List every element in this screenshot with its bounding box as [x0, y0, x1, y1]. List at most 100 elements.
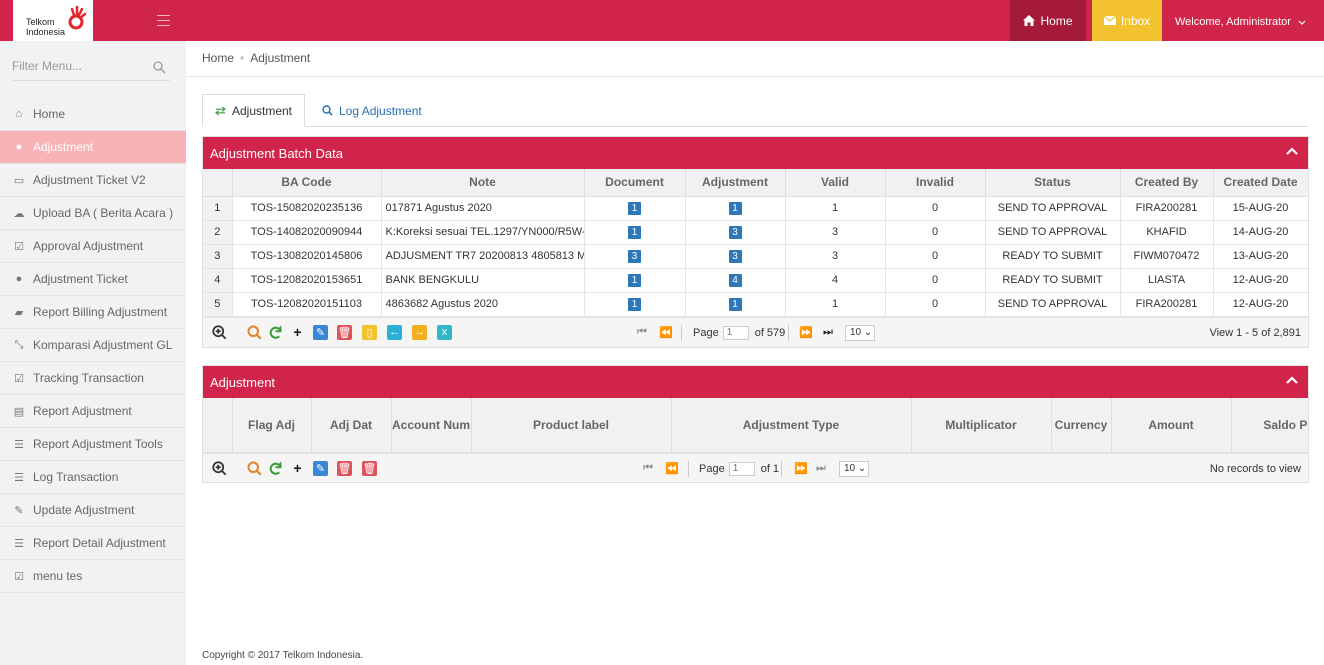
- sidebar-item-label: Log Transaction: [33, 470, 119, 484]
- excel-icon[interactable]: x: [437, 324, 452, 340]
- count-badge[interactable]: 3: [728, 225, 742, 239]
- column-header[interactable]: Saldo Pi: [1231, 398, 1308, 453]
- prev-page-icon[interactable]: ⏪: [659, 326, 673, 339]
- inbox-button[interactable]: Inbox: [1092, 0, 1162, 41]
- document-icon[interactable]: ▯: [362, 324, 377, 340]
- check-square-icon: ☑: [14, 240, 24, 253]
- sidebar-item-report-detail-adjustment[interactable]: ☰ Report Detail Adjustment: [0, 527, 186, 560]
- tab-log-adjustment[interactable]: Log Adjustment: [310, 94, 434, 127]
- first-page-icon[interactable]: ⏮: [643, 462, 653, 475]
- sidebar-item-adjustment-ticket-v2[interactable]: ▭ Adjustment Ticket V2: [0, 164, 186, 197]
- count-badge[interactable]: 3: [728, 249, 742, 263]
- edit-icon[interactable]: ✎: [313, 324, 328, 340]
- tab-bar: Adjustment Log Adjustment: [202, 94, 1308, 127]
- breadcrumb-home[interactable]: Home: [202, 51, 234, 65]
- count-badge[interactable]: 1: [628, 225, 641, 239]
- count-badge[interactable]: 1: [628, 273, 641, 287]
- table-row[interactable]: 5 TOS-12082020151103 4863682 Agustus 2020 1…: [203, 292, 1308, 317]
- delete-icon[interactable]: 🗑: [337, 460, 352, 476]
- last-page-icon[interactable]: ⏭: [823, 326, 833, 339]
- next-page-icon[interactable]: ⏩: [799, 326, 813, 339]
- page-size-select[interactable]: 10 ⌄: [845, 324, 875, 341]
- column-header[interactable]: Note: [381, 169, 585, 197]
- home-button[interactable]: Home: [1010, 0, 1086, 41]
- column-header[interactable]: Created Date: [1213, 169, 1308, 197]
- column-header[interactable]: Multiplicator: [911, 398, 1052, 453]
- chevron-up-icon[interactable]: [1286, 147, 1298, 155]
- sidebar-item-report-billing-adjustment[interactable]: ▰ Report Billing Adjustment: [0, 296, 186, 329]
- count-badge[interactable]: 3: [628, 249, 641, 263]
- count-badge[interactable]: 1: [628, 201, 641, 215]
- column-header[interactable]: Status: [985, 169, 1121, 197]
- cell-ba: TOS-13082020145806: [232, 244, 382, 269]
- sidebar-item-report-adjustment[interactable]: ▤ Report Adjustment: [0, 395, 186, 428]
- sidebar-item-tracking-transaction[interactable]: ☑ Tracking Transaction: [0, 362, 186, 395]
- search-icon[interactable]: [247, 325, 262, 340]
- arrow-left-icon[interactable]: ←: [387, 324, 402, 340]
- sidebar-item-label: Report Adjustment Tools: [33, 437, 163, 451]
- tab-adjustment[interactable]: Adjustment: [202, 94, 305, 127]
- search-icon[interactable]: [247, 461, 262, 476]
- count-badge[interactable]: 1: [728, 201, 742, 215]
- column-header[interactable]: BA Code: [232, 169, 382, 197]
- delete-icon[interactable]: 🗑: [337, 324, 352, 340]
- table-row[interactable]: 4 TOS-12082020153651 BANK BENGKULU 1 4 4 0 READ…: [203, 268, 1308, 293]
- column-header[interactable]: Product label: [471, 398, 672, 453]
- page-size-select[interactable]: 10 ⌄: [839, 460, 869, 477]
- count-badge[interactable]: 1: [628, 297, 641, 311]
- sidebar-item-menu-tes[interactable]: ☑ menu tes: [0, 560, 186, 593]
- last-page-icon[interactable]: ⏭: [816, 462, 826, 475]
- column-header[interactable]: Adjustment Type: [671, 398, 912, 453]
- arrow-right-icon[interactable]: →: [412, 324, 427, 340]
- column-header[interactable]: Currency: [1051, 398, 1112, 453]
- chevron-up-icon[interactable]: [1286, 376, 1298, 384]
- sidebar-item-approval-adjustment[interactable]: ☑ Approval Adjustment: [0, 230, 186, 263]
- sidebar-item-report-adjustment-tools[interactable]: ☰ Report Adjustment Tools: [0, 428, 186, 461]
- search-icon: [322, 105, 333, 116]
- circle-icon: ●: [15, 141, 23, 153]
- column-header[interactable]: Created By: [1120, 169, 1214, 197]
- column-header[interactable]: Valid: [785, 169, 886, 197]
- sidebar-item-adjustment-ticket[interactable]: ● Adjustment Ticket: [0, 263, 186, 296]
- add-icon[interactable]: +: [290, 324, 305, 340]
- count-badge[interactable]: 4: [728, 273, 742, 287]
- cell-status: READY TO SUBMIT: [985, 244, 1121, 269]
- edit-icon[interactable]: ✎: [313, 460, 328, 476]
- first-page-icon[interactable]: ⏮: [637, 326, 647, 339]
- table-row[interactable]: 3 TOS-13082020145806 ADJUSMENT TR7 2020081…: [203, 244, 1308, 269]
- column-header[interactable]: Adjustment: [685, 169, 786, 197]
- sidebar-item-komparasi-adjustment-gl[interactable]: ⤡ Komparasi Adjustment GL: [0, 329, 186, 362]
- sidebar-item-home[interactable]: ⌂ Home: [0, 98, 186, 131]
- search-icon[interactable]: [153, 61, 166, 74]
- refresh-icon[interactable]: [268, 461, 283, 476]
- filter-menu-input[interactable]: [12, 59, 132, 73]
- page-number-input[interactable]: 1: [728, 461, 755, 476]
- sidebar-item-label: menu tes: [33, 569, 83, 583]
- column-header[interactable]: Account Num: [391, 398, 472, 453]
- telkom-logo[interactable]: Telkom Indonesia: [13, 0, 93, 41]
- next-page-icon[interactable]: ⏩: [794, 462, 808, 475]
- sidebar-item-upload-ba-berita-acara[interactable]: ☁ Upload BA ( Berita Acara ): [0, 197, 186, 230]
- column-header[interactable]: Document: [584, 169, 686, 197]
- user-menu[interactable]: Welcome, Administrator: [1175, 16, 1306, 28]
- telkom-emblem-icon: [68, 5, 87, 30]
- sidebar-item-update-adjustment[interactable]: ✎ Update Adjustment: [0, 494, 186, 527]
- prev-page-icon[interactable]: ⏪: [665, 462, 679, 475]
- page-number-input[interactable]: 1: [722, 325, 749, 340]
- zoom-in-icon[interactable]: [212, 460, 227, 476]
- refresh-icon[interactable]: [268, 325, 283, 340]
- hamburger-menu-icon[interactable]: [157, 15, 170, 26]
- sidebar-item-log-transaction[interactable]: ☰ Log Transaction: [0, 461, 186, 494]
- delete-all-icon[interactable]: 🗑: [362, 460, 377, 476]
- count-badge[interactable]: 1: [728, 297, 742, 311]
- sidebar-item-adjustment[interactable]: ● Adjustment: [0, 131, 186, 164]
- column-header[interactable]: Adj Dat: [311, 398, 392, 453]
- zoom-in-icon[interactable]: [212, 324, 227, 340]
- table-row[interactable]: 1 TOS-15082020235136 017871 Agustus 2020 1 1…: [203, 196, 1308, 221]
- column-header[interactable]: Amount: [1111, 398, 1232, 453]
- column-header[interactable]: Invalid: [885, 169, 986, 197]
- top-navbar: Telkom Indonesia Home Inbox Welcome, Adm…: [0, 0, 1324, 41]
- column-header[interactable]: Flag Adj: [232, 398, 312, 453]
- add-icon[interactable]: +: [290, 460, 305, 476]
- table-row[interactable]: 2 TOS-14082020090944 K:Koreksi sesuai TEL.…: [203, 220, 1308, 245]
